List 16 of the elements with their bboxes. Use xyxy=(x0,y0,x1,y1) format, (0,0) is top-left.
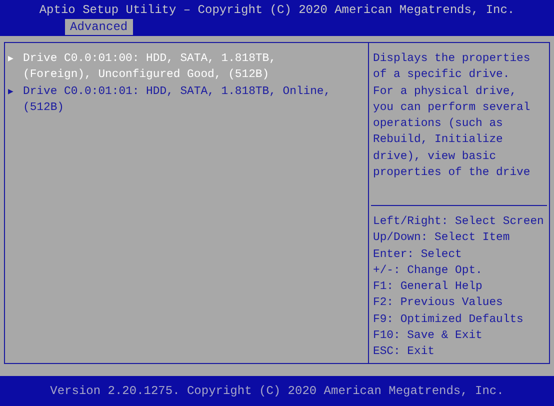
key-help-line: F2: Previous Values xyxy=(373,296,504,312)
tab[interactable]: Advanced xyxy=(65,19,133,36)
key-help-line: F1: General Help xyxy=(373,280,484,296)
key-help-line: Up/Down: Select Item xyxy=(373,230,511,246)
window-title: Aptio Setup Utility – Copyright (C) 2020 American Megatrends, Inc. xyxy=(39,2,515,18)
key-help-line: F10: Save & Exit xyxy=(373,328,484,344)
triangle-icon: ▶ xyxy=(8,84,23,116)
help-description: Displays the properties of a specific drive. For a physical drive, you can perform several operations (such as Rebuild, Initialize drive), view basic properties of the drive xyxy=(372,52,532,182)
key-help-line: Enter: Select xyxy=(373,248,463,263)
key-help-line: Left/Right: Select Screen xyxy=(373,214,545,230)
key-help-line: F9: Optimized Defaults xyxy=(373,312,524,328)
triangle-icon: ▶ xyxy=(8,51,23,84)
key-help-line: ESC: Exit xyxy=(373,344,436,360)
key-help-line: +/-: Change Opt. xyxy=(373,264,484,279)
version-text: Version 2.20.1275. Copyright (C) 2020 American Megatrends, Inc. xyxy=(50,382,504,400)
drive-item[interactable]: ▶ Drive C0.0:01:01: HDD, SATA, 1.818TB, Online, (512B) xyxy=(8,84,368,116)
